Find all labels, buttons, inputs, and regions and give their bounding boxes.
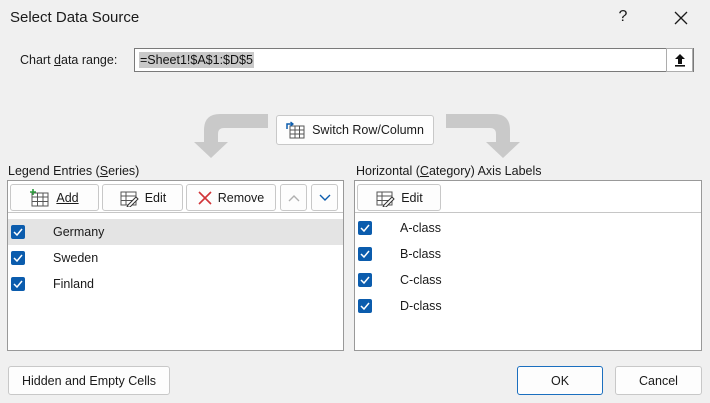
checkbox-finland[interactable] — [11, 277, 25, 291]
axis-label: B-class — [400, 247, 441, 261]
move-up-button[interactable] — [280, 184, 307, 211]
add-series-button[interactable]: Add — [10, 184, 99, 211]
check-icon — [13, 228, 23, 236]
series-label: Sweden — [53, 251, 99, 265]
switch-row-column-button[interactable]: Switch Row/Column — [276, 115, 434, 145]
close-icon — [674, 11, 688, 25]
axis-toolbar: Edit — [355, 181, 701, 213]
edit-series-label: Edit — [144, 190, 167, 205]
list-item-d-class[interactable]: D-class — [355, 293, 701, 319]
chevron-down-icon — [319, 194, 330, 201]
remove-series-button[interactable]: Remove — [186, 184, 276, 211]
left-curved-arrow-icon — [194, 114, 268, 158]
switch-row-column-label: Switch Row/Column — [312, 123, 424, 137]
edit-table-icon — [376, 191, 395, 207]
close-button[interactable] — [668, 6, 694, 30]
remove-x-icon — [198, 190, 212, 205]
collapse-arrow-icon — [674, 54, 685, 67]
edit-axis-labels-button[interactable]: Edit — [357, 184, 441, 211]
legend-toolbar: Add Edit Remove — [8, 181, 343, 213]
axis-label: A-class — [400, 221, 441, 235]
checkbox-b-class[interactable] — [358, 247, 372, 261]
list-item-a-class[interactable]: A-class — [355, 215, 701, 241]
ok-button[interactable]: OK — [517, 366, 603, 395]
legend-entries-label: Legend Entries (Series) — [8, 164, 140, 178]
switch-row-column-icon — [286, 121, 305, 139]
check-icon — [360, 250, 370, 258]
checkbox-d-class[interactable] — [358, 299, 372, 313]
add-series-label: Add — [56, 190, 79, 205]
edit-series-button[interactable]: Edit — [102, 184, 183, 211]
chart-data-range-value: =Sheet1!$A$1:$D$5 — [139, 52, 254, 68]
check-icon — [360, 302, 370, 310]
chart-data-range-input[interactable]: =Sheet1!$A$1:$D$5 — [134, 48, 694, 72]
legend-entries-panel: Add Edit Remove Germany Sweden Finland — [7, 180, 344, 351]
ok-label: OK — [550, 373, 570, 388]
hidden-empty-cells-button[interactable]: Hidden and Empty Cells — [8, 366, 170, 395]
checkbox-germany[interactable] — [11, 225, 25, 239]
chart-data-range-label: Chart data range: — [20, 53, 118, 67]
list-item-c-class[interactable]: C-class — [355, 267, 701, 293]
right-curved-arrow-icon — [446, 114, 520, 158]
checkbox-a-class[interactable] — [358, 221, 372, 235]
cancel-button[interactable]: Cancel — [615, 366, 702, 395]
axis-label: C-class — [400, 273, 442, 287]
move-down-button[interactable] — [311, 184, 338, 211]
hidden-empty-cells-label: Hidden and Empty Cells — [21, 373, 157, 388]
dialog-title: Select Data Source — [10, 9, 140, 26]
cancel-label: Cancel — [639, 373, 678, 388]
check-icon — [13, 280, 23, 288]
remove-series-label: Remove — [217, 190, 265, 205]
chevron-up-icon — [288, 194, 299, 201]
check-icon — [360, 224, 370, 232]
checkbox-sweden[interactable] — [11, 251, 25, 265]
list-item-b-class[interactable]: B-class — [355, 241, 701, 267]
checkbox-c-class[interactable] — [358, 273, 372, 287]
axis-labels-label: Horizontal (Category) Axis Labels — [356, 164, 542, 178]
list-item-sweden[interactable]: Sweden — [8, 245, 343, 271]
list-item-finland[interactable]: Finland — [8, 271, 343, 297]
check-icon — [360, 276, 370, 284]
list-item-germany[interactable]: Germany — [8, 219, 343, 245]
add-table-icon — [30, 188, 49, 206]
series-label: Germany — [53, 225, 105, 239]
axis-label: D-class — [400, 299, 442, 313]
collapse-dialog-button[interactable] — [666, 48, 693, 72]
edit-table-icon — [120, 191, 139, 207]
edit-axis-labels-label: Edit — [401, 190, 423, 205]
axis-labels-panel: Edit A-class B-class C-class D-class — [354, 180, 702, 351]
check-icon — [13, 254, 23, 262]
series-label: Finland — [53, 277, 94, 291]
help-button[interactable]: ? — [616, 8, 630, 26]
